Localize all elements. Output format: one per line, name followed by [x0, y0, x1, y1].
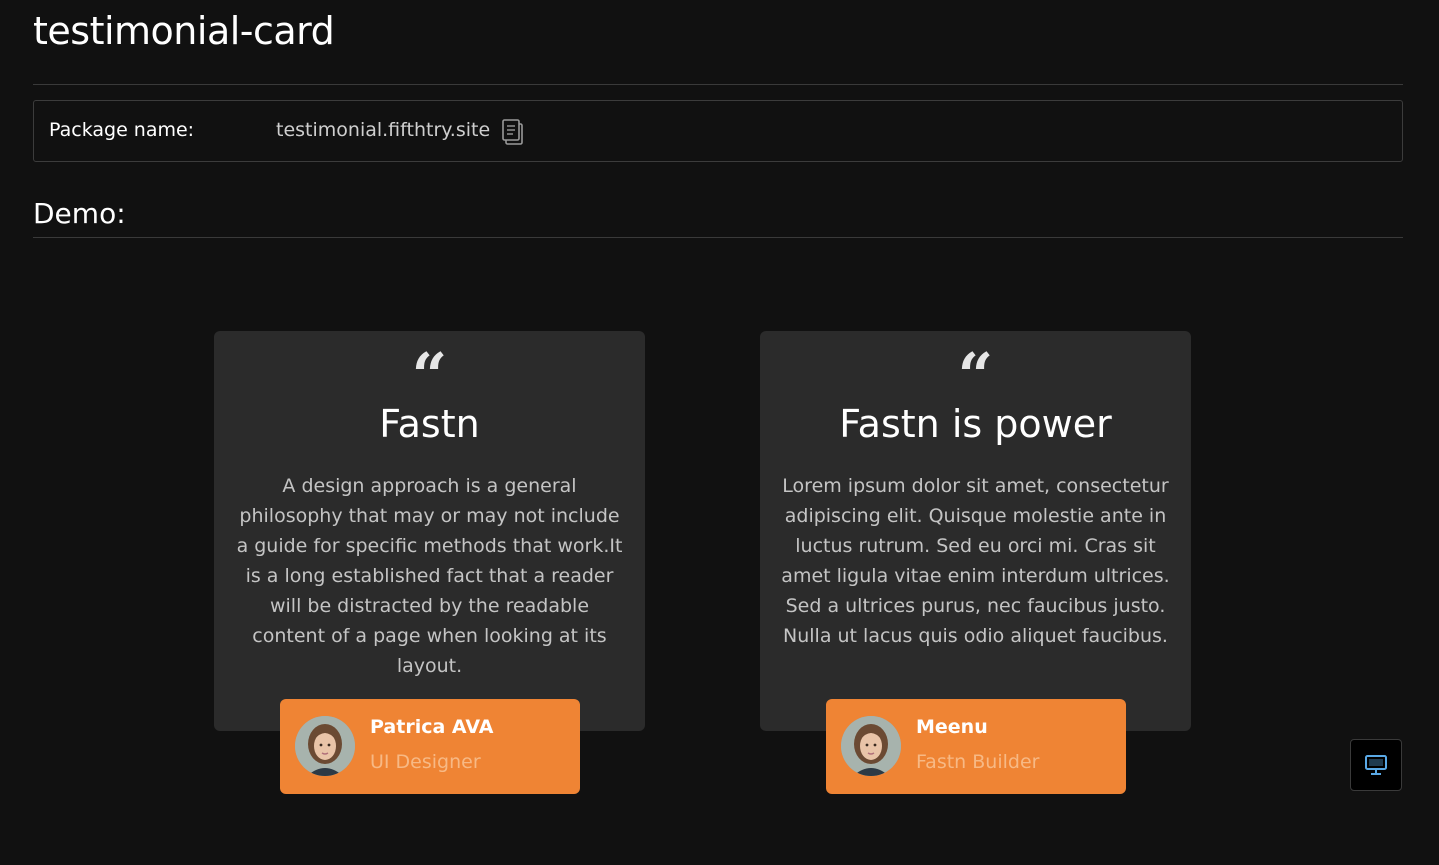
demo-heading: Demo: — [33, 197, 126, 230]
author-role: Fastn Builder — [916, 751, 1040, 773]
page-title: testimonial-card — [33, 9, 335, 53]
package-info-box: Package name: testimonial.fifthtry.site — [33, 100, 1403, 162]
author-role: UI Designer — [370, 751, 481, 773]
avatar — [295, 716, 355, 776]
testimonial-title: Fastn is power — [839, 402, 1112, 446]
title-divider — [33, 84, 1403, 85]
author-name: Patrica AVA — [370, 716, 494, 738]
testimonial-title: Fastn — [379, 402, 480, 446]
avatar — [841, 716, 901, 776]
desktop-icon — [1365, 755, 1387, 775]
testimonial-card: “ Fastn A design approach is a general p… — [214, 331, 645, 731]
package-name-label: Package name: — [49, 119, 195, 141]
device-toggle-button[interactable] — [1350, 739, 1402, 791]
author-name: Meenu — [916, 716, 988, 738]
testimonial-text: A design approach is a general philosoph… — [236, 475, 623, 677]
author-badge: Meenu Fastn Builder — [826, 699, 1126, 794]
copy-icon[interactable] — [501, 118, 525, 146]
demo-divider — [33, 237, 1403, 238]
quote-icon: “ — [411, 345, 448, 385]
quote-icon: “ — [957, 345, 994, 385]
author-badge: Patrica AVA UI Designer — [280, 699, 580, 794]
package-name-value: testimonial.fifthtry.site — [276, 119, 491, 141]
testimonial-text: Lorem ipsum dolor sit amet, consectetur … — [781, 475, 1170, 647]
testimonial-card: “ Fastn is power Lorem ipsum dolor sit a… — [760, 331, 1191, 731]
